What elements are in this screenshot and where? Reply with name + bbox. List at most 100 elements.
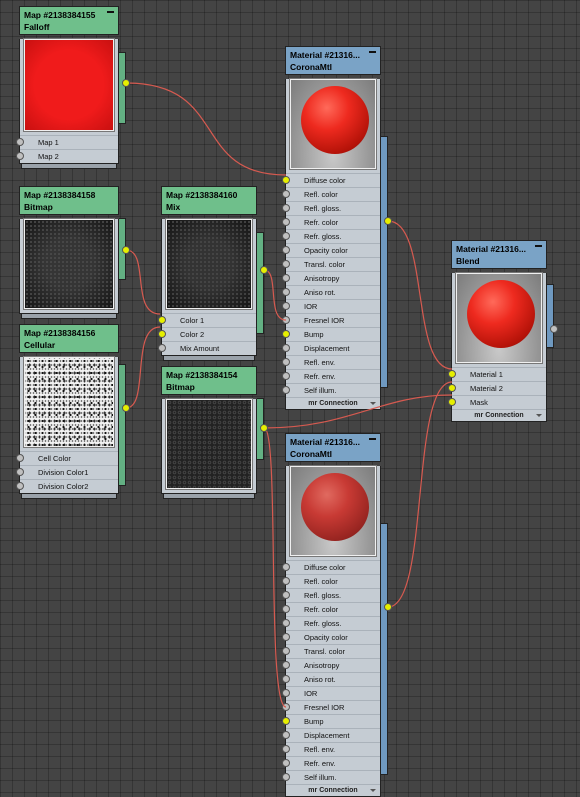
bitmap-158-output-socket[interactable]: [122, 246, 130, 254]
falloff-output-socket[interactable]: [122, 79, 130, 87]
slot-material-1[interactable]: Material 1: [448, 367, 546, 381]
input-socket[interactable]: [158, 330, 166, 338]
input-socket[interactable]: [282, 759, 290, 767]
slot-refr-color[interactable]: Refr. color: [282, 602, 380, 616]
node-header[interactable]: Map #2138384156 Cellular: [19, 324, 119, 353]
slot-mask[interactable]: Mask: [448, 395, 546, 409]
bitmap-154-node[interactable]: Map #2138384154 Bitmap: [161, 366, 264, 499]
input-socket[interactable]: [282, 703, 290, 711]
slot-refl-gloss[interactable]: Refl. gloss.: [282, 588, 380, 602]
cellular-node[interactable]: Map #2138384156 Cellular Cell Color Divi…: [16, 324, 126, 499]
input-socket[interactable]: [282, 316, 290, 324]
slot-anisotropy[interactable]: Anisotropy: [282, 271, 380, 285]
bitmap-158-node[interactable]: Map #2138384158 Bitmap: [19, 186, 126, 319]
input-socket[interactable]: [282, 577, 290, 585]
slot-bump[interactable]: Bump: [282, 327, 380, 341]
input-socket[interactable]: [158, 316, 166, 324]
blend-output-socket[interactable]: [550, 325, 558, 333]
slot-displacement[interactable]: Displacement: [282, 341, 380, 355]
node-header[interactable]: Material #21316... CoronaMtl: [285, 433, 381, 462]
node-header[interactable]: Map #2138384158 Bitmap: [19, 186, 119, 215]
minimize-icon[interactable]: [535, 245, 542, 247]
slot-fresnel-ior[interactable]: Fresnel IOR: [282, 313, 380, 327]
slot-mix-amount[interactable]: Mix Amount: [158, 341, 256, 355]
minimize-icon[interactable]: [369, 51, 376, 53]
slot-refr-gloss[interactable]: Refr. gloss.: [282, 616, 380, 630]
slot-self-illum[interactable]: Self illum.: [282, 383, 380, 397]
input-socket[interactable]: [448, 370, 456, 378]
slot-diffuse-color[interactable]: Diffuse color: [282, 173, 380, 187]
slot-opacity-color[interactable]: Opacity color: [282, 630, 380, 644]
input-socket[interactable]: [282, 661, 290, 669]
expand-icon[interactable]: [370, 402, 376, 405]
node-header[interactable]: Material #21316... Blend: [451, 240, 547, 269]
mr-connection-footer[interactable]: mr Connection: [452, 409, 546, 421]
input-socket[interactable]: [16, 468, 24, 476]
falloff-node[interactable]: Map #2138384155 Falloff Map 1 Map 2: [16, 6, 126, 169]
input-socket[interactable]: [282, 358, 290, 366]
slot-refl-color[interactable]: Refl. color: [282, 574, 380, 588]
slot-aniso-rot[interactable]: Aniso rot.: [282, 285, 380, 299]
slot-displacement[interactable]: Displacement: [282, 728, 380, 742]
corona-mtl-2-node[interactable]: Material #21316... CoronaMtl Diffuse col…: [282, 433, 388, 797]
slot-ior[interactable]: IOR: [282, 686, 380, 700]
input-socket[interactable]: [282, 591, 290, 599]
input-socket[interactable]: [158, 344, 166, 352]
input-socket[interactable]: [282, 675, 290, 683]
input-socket[interactable]: [282, 717, 290, 725]
slot-material-2[interactable]: Material 2: [448, 381, 546, 395]
input-socket[interactable]: [282, 619, 290, 627]
input-socket[interactable]: [16, 482, 24, 490]
input-socket[interactable]: [448, 384, 456, 392]
input-socket[interactable]: [282, 745, 290, 753]
slot-bump[interactable]: Bump: [282, 714, 380, 728]
slot-opacity-color[interactable]: Opacity color: [282, 243, 380, 257]
slot-refl-color[interactable]: Refl. color: [282, 187, 380, 201]
input-socket[interactable]: [282, 647, 290, 655]
slot-division-color2[interactable]: Division Color2: [16, 479, 118, 493]
corona-1-output-socket[interactable]: [384, 217, 392, 225]
expand-icon[interactable]: [370, 789, 376, 792]
blend-node[interactable]: Material #21316... Blend Material 1 Mate…: [448, 240, 554, 422]
slot-refl-env[interactable]: Refl. env.: [282, 742, 380, 756]
node-header[interactable]: Material #21316... CoronaMtl: [285, 46, 381, 75]
input-socket[interactable]: [282, 605, 290, 613]
input-socket[interactable]: [282, 274, 290, 282]
slot-refl-gloss[interactable]: Refl. gloss.: [282, 201, 380, 215]
input-socket[interactable]: [282, 176, 290, 184]
slot-ior[interactable]: IOR: [282, 299, 380, 313]
input-socket[interactable]: [282, 260, 290, 268]
input-socket[interactable]: [282, 330, 290, 338]
input-socket[interactable]: [282, 344, 290, 352]
node-header[interactable]: Map #2138384154 Bitmap: [161, 366, 257, 395]
mix-output-socket[interactable]: [260, 266, 268, 274]
minimize-icon[interactable]: [369, 438, 376, 440]
mr-connection-footer[interactable]: mr Connection: [286, 397, 380, 409]
input-socket[interactable]: [282, 563, 290, 571]
slot-transl-color[interactable]: Transl. color: [282, 257, 380, 271]
slot-diffuse-color[interactable]: Diffuse color: [282, 560, 380, 574]
slot-refr-color[interactable]: Refr. color: [282, 215, 380, 229]
mix-node[interactable]: Map #2138384160 Mix Color 1 Color 2 Mix …: [158, 186, 264, 361]
slot-refr-env[interactable]: Refr. env.: [282, 369, 380, 383]
input-socket[interactable]: [282, 302, 290, 310]
expand-icon[interactable]: [536, 414, 542, 417]
slot-map-2[interactable]: Map 2: [16, 149, 118, 163]
input-socket[interactable]: [282, 190, 290, 198]
input-socket[interactable]: [282, 773, 290, 781]
input-socket[interactable]: [282, 288, 290, 296]
node-header[interactable]: Map #2138384160 Mix: [161, 186, 257, 215]
slot-division-color1[interactable]: Division Color1: [16, 465, 118, 479]
slot-self-illum[interactable]: Self illum.: [282, 770, 380, 784]
slot-color-2[interactable]: Color 2: [158, 327, 256, 341]
input-socket[interactable]: [16, 138, 24, 146]
input-socket[interactable]: [282, 689, 290, 697]
input-socket[interactable]: [282, 372, 290, 380]
slot-cell-color[interactable]: Cell Color: [16, 451, 118, 465]
mr-connection-footer[interactable]: mr Connection: [286, 784, 380, 796]
input-socket[interactable]: [282, 633, 290, 641]
minimize-icon[interactable]: [107, 11, 114, 13]
input-socket[interactable]: [282, 218, 290, 226]
slot-map-1[interactable]: Map 1: [16, 135, 118, 149]
slot-fresnel-ior[interactable]: Fresnel IOR: [282, 700, 380, 714]
